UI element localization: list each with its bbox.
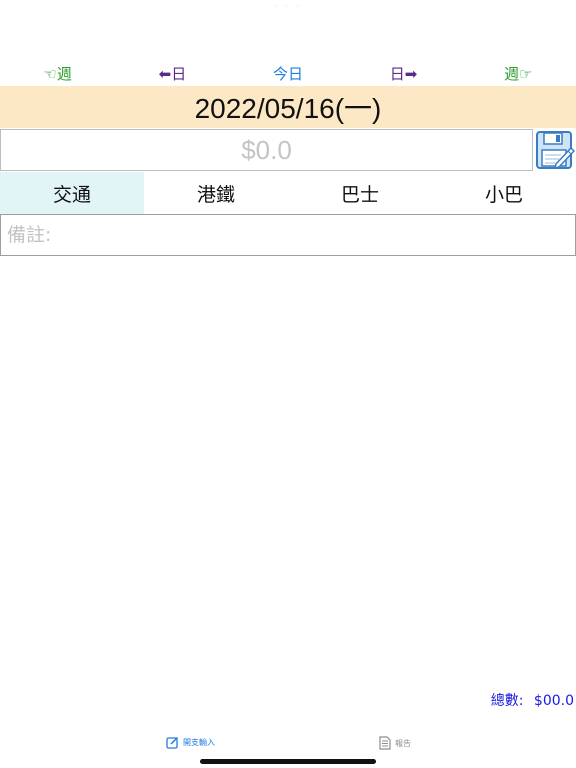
tab-mtr[interactable]: 港鐵: [144, 172, 288, 214]
status-bar-dots: · · ·: [274, 2, 302, 11]
next-day-button[interactable]: 日➡: [390, 63, 418, 84]
prev-week-button[interactable]: ☜週: [43, 63, 71, 84]
note-input[interactable]: [0, 214, 576, 256]
today-button[interactable]: 今日: [273, 63, 303, 84]
total-value: $00.0: [533, 693, 574, 709]
date-display[interactable]: 2022/05/16(一): [0, 86, 576, 128]
home-indicator[interactable]: [200, 759, 376, 764]
tab-minibus[interactable]: 小巴: [432, 172, 576, 214]
save-button[interactable]: [533, 129, 576, 171]
tabbar-item-report[interactable]: 報告: [379, 736, 411, 750]
tab-transport[interactable]: 交通: [0, 172, 144, 214]
total-summary: 總數: $00.0: [491, 690, 574, 710]
bottom-tab-bar: 開支輸入 報告: [0, 736, 576, 756]
compose-icon: [166, 736, 179, 749]
amount-input[interactable]: [0, 129, 533, 171]
tabbar-item-expense-input[interactable]: 開支輸入: [166, 736, 215, 749]
document-icon: [379, 736, 391, 750]
category-tabs: 交通 港鐵 巴士 小巴: [0, 172, 576, 214]
tabbar-item-report-label: 報告: [395, 738, 411, 748]
tab-bus[interactable]: 巴士: [288, 172, 432, 214]
date-text: 2022/05/16(一): [194, 93, 382, 124]
tabbar-item-expense-input-label: 開支輸入: [183, 738, 215, 747]
total-label: 總數:: [490, 693, 524, 709]
date-navigation: ☜週 ⬅日 今日 日➡ 週☞: [0, 62, 576, 84]
next-week-button[interactable]: 週☞: [504, 63, 532, 84]
save-floppy-icon: [535, 131, 575, 170]
prev-day-button[interactable]: ⬅日: [159, 63, 187, 84]
